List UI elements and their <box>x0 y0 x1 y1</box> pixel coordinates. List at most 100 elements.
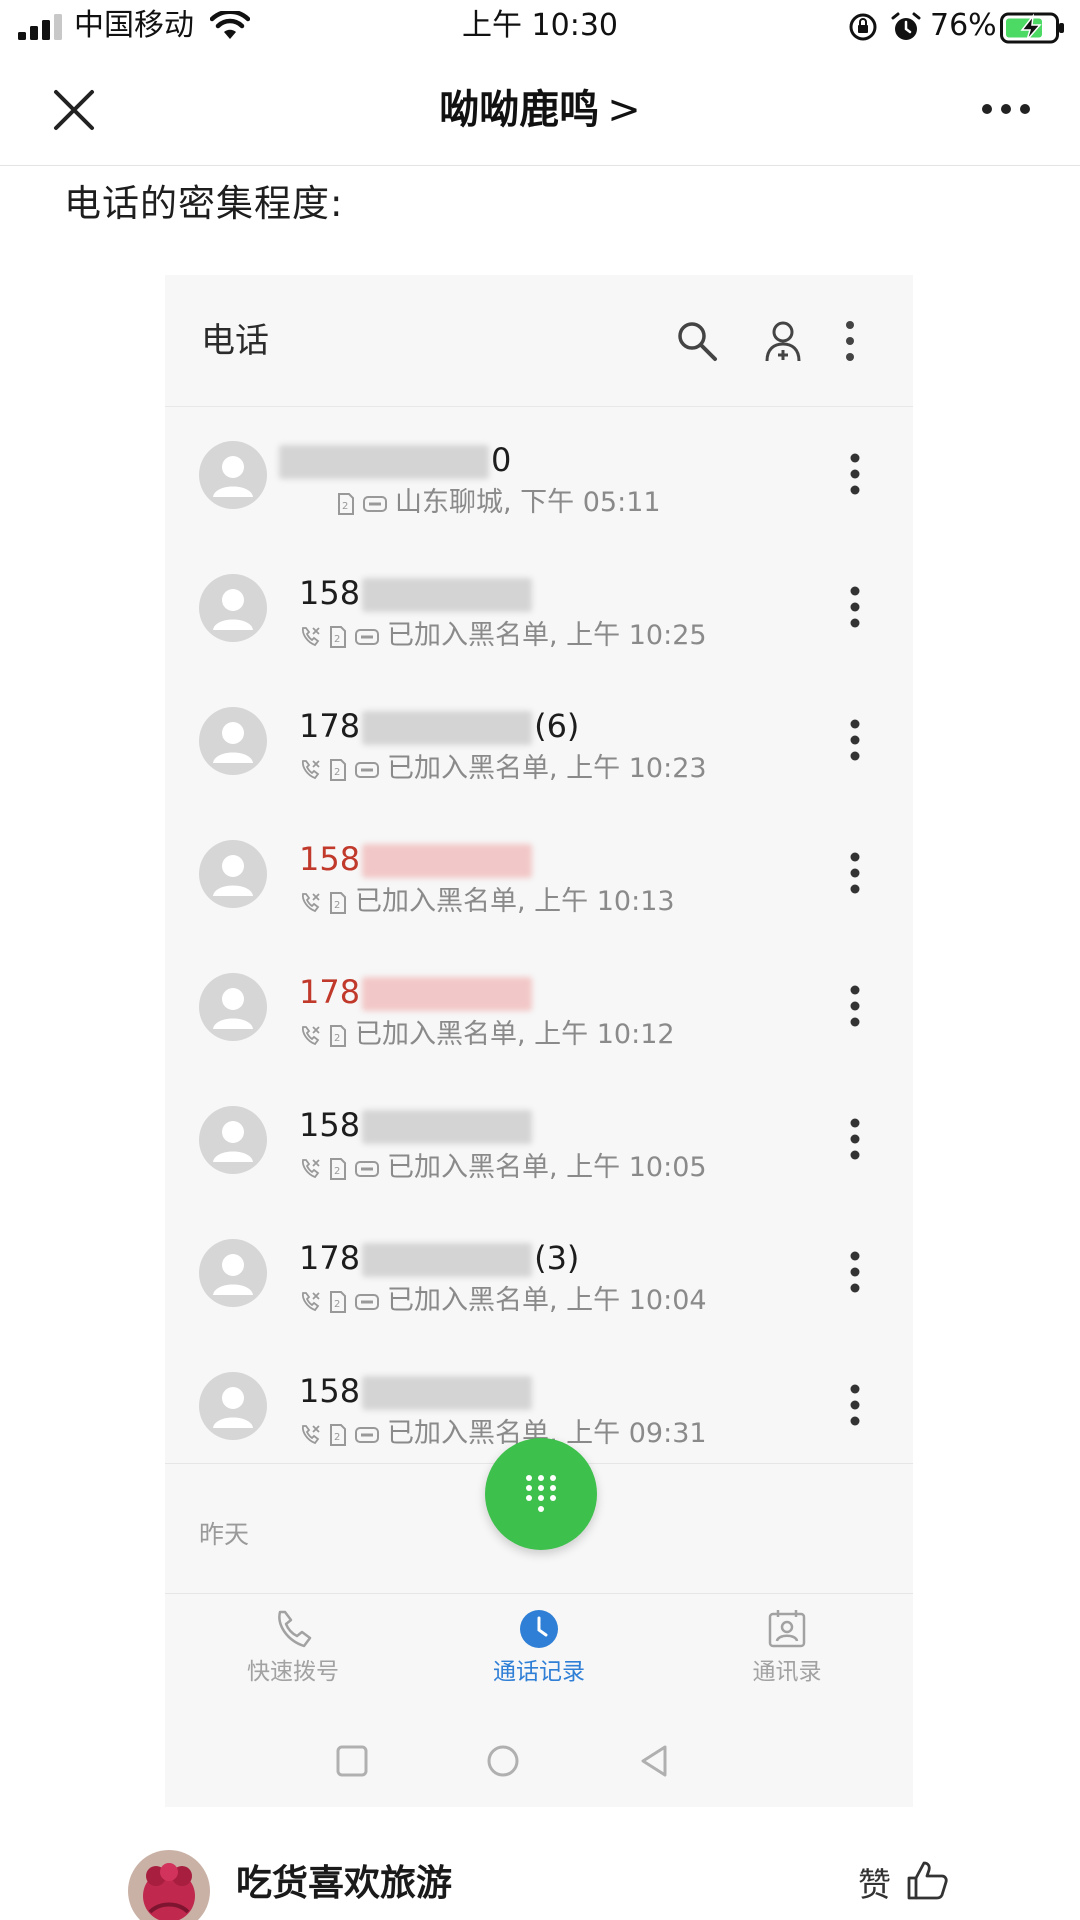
number-prefix: 158 <box>299 840 361 878</box>
add-contact-icon <box>765 321 801 362</box>
redacted-number <box>362 711 533 745</box>
svg-text:2: 2 <box>334 634 340 645</box>
call-log-row: 0 2 山东聊城, 下午 05:11 <box>165 408 913 541</box>
wifi-icon <box>210 11 250 39</box>
dialpad-icon <box>526 1475 556 1512</box>
svg-text:2: 2 <box>334 1033 340 1044</box>
contact-avatar-icon <box>199 973 267 1041</box>
call-log-row: 178 (6) 2 已加入黑名单, 上午 10:23 <box>165 674 913 807</box>
author-avatar[interactable] <box>128 1850 210 1920</box>
row-menu-icon <box>850 719 860 761</box>
back-key-icon <box>641 1745 667 1777</box>
blocked-call-icon <box>302 1291 320 1311</box>
call-log-row: 178 2 已加入黑名单, 上午 10:12 <box>165 940 913 1073</box>
phone-number: 158 <box>299 573 534 613</box>
call-meta: 2 已加入黑名单, 上午 10:25 <box>299 619 707 653</box>
row-menu-icon <box>850 453 860 495</box>
call-meta: 2 山东聊城, 下午 05:11 <box>337 486 661 520</box>
tab-contacts: 通讯录 <box>687 1608 887 1688</box>
contact-avatar-icon <box>199 1239 267 1307</box>
contact-avatar-icon <box>199 1372 267 1440</box>
number-suffix: 0 <box>491 441 512 479</box>
blocked-call-icon <box>302 759 320 779</box>
signal-icon <box>18 14 62 40</box>
phone-app-header: 电话 <box>165 275 913 407</box>
call-meta-text: 已加入黑名单, 上午 10:12 <box>355 1019 675 1050</box>
contact-avatar-icon <box>199 840 267 908</box>
hd-voice-icon <box>355 1160 379 1177</box>
redacted-number <box>362 844 533 878</box>
row-menu-icon <box>850 1384 860 1426</box>
tab-label: 通话记录 <box>493 1659 585 1685</box>
recents-key-icon <box>336 1745 368 1777</box>
redacted-number <box>362 977 533 1011</box>
call-meta-text: 已加入黑名单, 上午 10:23 <box>387 753 707 784</box>
blocked-call-icon <box>302 892 320 912</box>
blocked-call-icon <box>302 626 320 646</box>
svg-text:2: 2 <box>342 501 348 512</box>
redacted-number <box>362 578 533 612</box>
call-log-row: 158 2 已加入黑名单, 上午 10:13 <box>165 807 913 940</box>
article-text: 电话的密集程度: <box>64 182 344 225</box>
redacted-number <box>362 1376 533 1410</box>
tab-speed-dial: 快速拨号 <box>193 1608 393 1688</box>
hd-voice-icon <box>355 1426 379 1443</box>
call-log-list: 0 2 山东聊城, 下午 05:11 158 2 已加入黑名单, 上午 10:25 … <box>165 408 913 1472</box>
call-meta-text: 山东聊城, 下午 05:11 <box>395 487 661 518</box>
battery-charging-icon <box>1000 12 1064 44</box>
sim-card-icon: 2 <box>338 492 354 515</box>
section-label: 昨天 <box>199 1520 250 1549</box>
svg-text:2: 2 <box>334 1432 340 1443</box>
call-log-row: 178 (3) 2 已加入黑名单, 上午 10:04 <box>165 1206 913 1339</box>
contact-avatar-icon <box>199 441 267 509</box>
svg-text:2: 2 <box>334 900 340 911</box>
sim-card-icon: 2 <box>330 1423 346 1446</box>
thumbs-up-icon[interactable] <box>905 1858 949 1902</box>
call-meta-text: 已加入黑名单, 上午 10:25 <box>387 620 707 651</box>
contact-avatar-icon <box>199 574 267 642</box>
redacted-number <box>362 1110 533 1144</box>
sim-card-icon: 2 <box>330 1157 346 1180</box>
call-meta: 2 已加入黑名单, 上午 10:04 <box>299 1284 707 1318</box>
phone-tab-bar: 快速拨号 通话记录 通讯录 <box>165 1593 913 1713</box>
number-prefix: 158 <box>299 1106 361 1144</box>
sim-card-icon: 2 <box>330 891 346 914</box>
like-label[interactable]: 赞 <box>858 1862 891 1908</box>
hd-voice-icon <box>363 495 387 512</box>
status-bar: 中国移动 上午 10:30 76% <box>0 0 1080 54</box>
contact-avatar-icon <box>199 1106 267 1174</box>
svg-text:2: 2 <box>334 1166 340 1177</box>
home-key-icon <box>487 1745 519 1777</box>
sim-card-icon: 2 <box>330 1290 346 1313</box>
author-name[interactable]: 吃货喜欢旅游 <box>236 1860 452 1908</box>
tab-call-log: 通话记录 <box>439 1608 639 1688</box>
phone-number: 178 (3) <box>299 1238 579 1278</box>
number-prefix: 158 <box>299 1372 361 1410</box>
phone-number: 158 <box>299 839 534 879</box>
hd-voice-icon <box>355 1293 379 1310</box>
article-nav-bar: 呦呦鹿鸣 > <box>0 54 1080 166</box>
tab-label: 通讯录 <box>752 1659 822 1685</box>
phone-icon <box>278 1610 312 1648</box>
more-icon[interactable] <box>980 102 1032 116</box>
call-log-row: 158 2 已加入黑名单, 上午 10:05 <box>165 1073 913 1206</box>
row-menu-icon <box>850 985 860 1027</box>
redacted-number <box>362 1243 533 1277</box>
call-meta: 2 已加入黑名单, 上午 10:12 <box>299 1018 675 1052</box>
blocked-call-icon <box>302 1424 320 1444</box>
number-prefix: 158 <box>299 574 361 612</box>
phone-number: 178 (6) <box>299 706 579 746</box>
account-name-link[interactable]: 呦呦鹿鸣 > <box>0 84 1080 136</box>
dialpad-fab <box>485 1438 597 1550</box>
call-meta: 2 已加入黑名单, 上午 10:05 <box>299 1151 707 1185</box>
blocked-call-icon <box>302 1025 320 1045</box>
clock-time: 上午 10:30 <box>462 8 618 43</box>
call-log-screenshot: 电话 0 2 山东聊城, 下午 05:11 158 2 已加入黑名单, 上午 1… <box>165 275 913 1807</box>
row-menu-icon <box>850 852 860 894</box>
account-name: 呦呦鹿鸣 <box>439 87 600 133</box>
number-suffix: (6) <box>534 707 580 745</box>
phone-number: 0 <box>277 440 511 480</box>
call-meta: 2 已加入黑名单, 上午 10:13 <box>299 885 675 919</box>
call-log-row: 158 2 已加入黑名单, 上午 10:25 <box>165 541 913 674</box>
overflow-menu-icon <box>846 321 854 361</box>
